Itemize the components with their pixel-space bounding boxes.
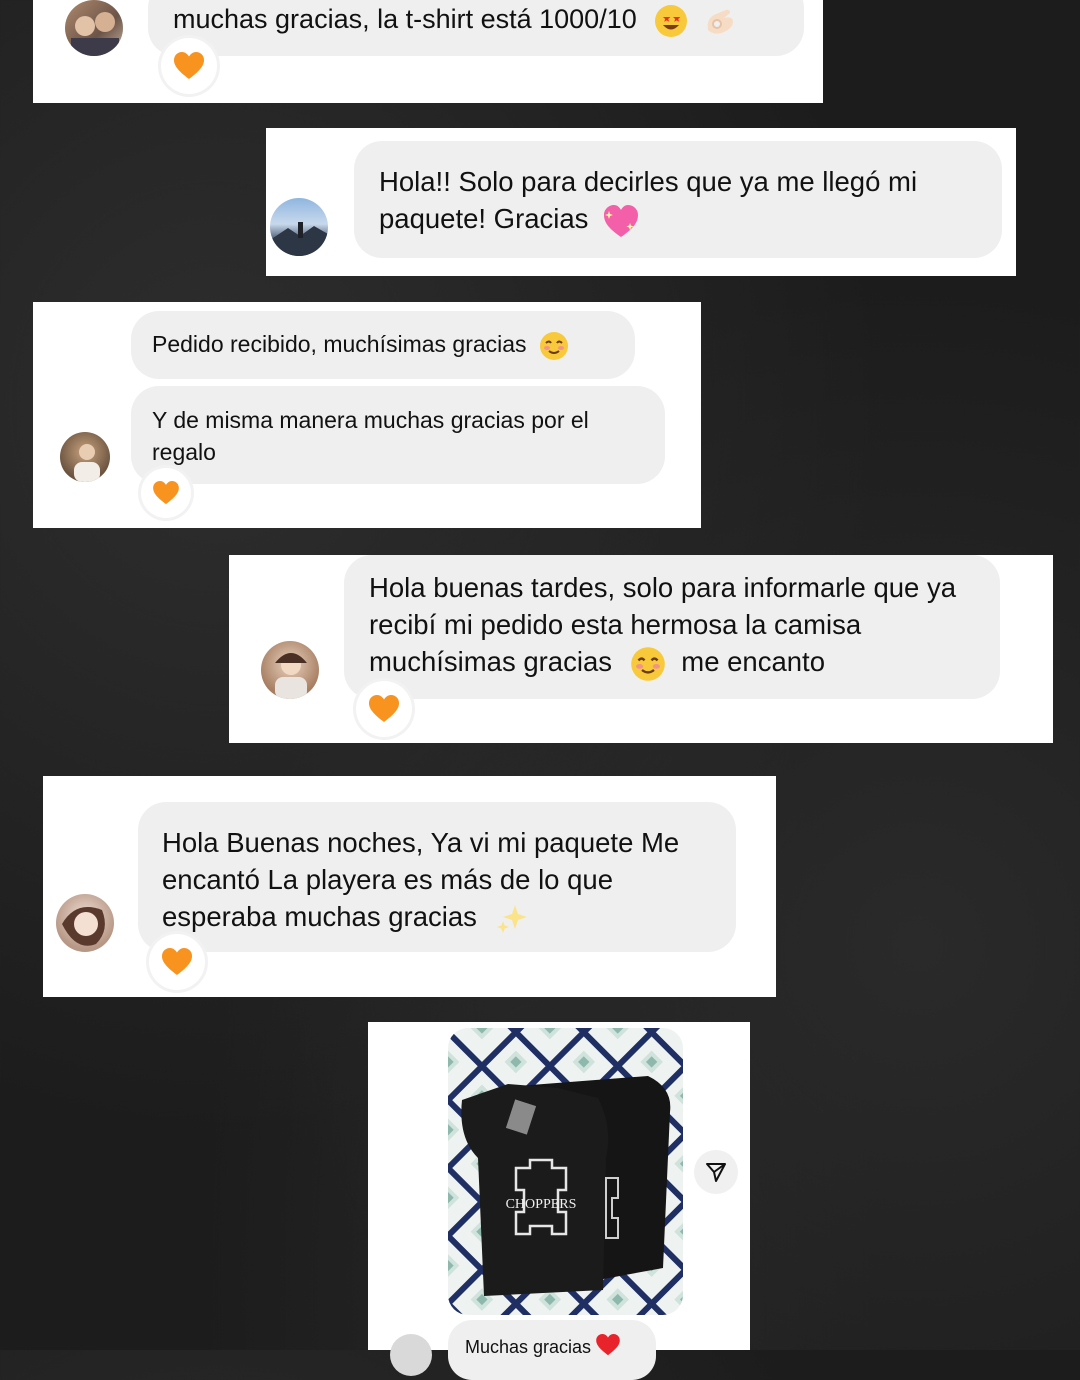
orange-heart-icon [162, 948, 192, 975]
caption-bubble[interactable]: Muchas gracias [448, 1320, 656, 1380]
orange-heart-icon [174, 52, 204, 79]
sparkles-emoji [496, 904, 527, 933]
message-bubble[interactable]: Pedido recibido, muchísimas gracias [131, 311, 635, 379]
share-button[interactable] [694, 1150, 738, 1194]
shirts-photo: CHOPPERS [448, 1028, 683, 1315]
reaction-button[interactable] [149, 934, 205, 990]
share-icon [706, 1163, 726, 1182]
message-text: muchas gracias, la t-shirt está 1000/10 [173, 4, 637, 34]
orange-heart-icon [153, 481, 179, 505]
ok-hand-emoji [707, 9, 733, 34]
avatar[interactable] [390, 1334, 432, 1376]
reaction-button[interactable] [356, 681, 412, 737]
message-bubble[interactable]: Hola!! Solo para decirles que ya me lleg… [354, 141, 1002, 258]
reaction-button[interactable] [161, 38, 217, 94]
message-bubble[interactable]: Y de misma manera muchas gracias por el … [131, 386, 665, 484]
photo-shirt-text: CHOPPERS [506, 1197, 577, 1212]
caption-text: Muchas gracias [465, 1337, 592, 1357]
message-bubble[interactable]: Hola Buenas noches, Ya vi mi paquete Me … [138, 802, 736, 952]
message-card-1: muchas gracias, la t-shirt está 1000/10 [33, 0, 823, 103]
avatar-photo [275, 653, 307, 699]
message-card-6: CHOPPERS Muchas gracias [368, 1022, 750, 1380]
avatar[interactable] [270, 198, 328, 256]
photo-message[interactable]: CHOPPERS [448, 1028, 683, 1315]
avatar-photo [270, 222, 328, 256]
avatar[interactable] [261, 641, 319, 699]
message-card-4: Hola buenas tardes, solo para informarle… [229, 555, 1053, 743]
avatar-photo [62, 907, 105, 946]
message-text: Hola Buenas noches, Ya vi mi paquete Me … [162, 827, 680, 932]
message-bubble[interactable]: muchas gracias, la t-shirt está 1000/10 [148, 0, 804, 56]
message-bubble[interactable]: Hola buenas tardes, solo para informarle… [344, 555, 1000, 699]
smiling-blush-emoji [539, 331, 568, 360]
message-text-end: me encanto [681, 646, 825, 677]
smiling-blush-emoji [630, 646, 665, 681]
message-card-3: Pedido recibido, muchísimas gracias Y de… [33, 302, 701, 528]
avatar-photo [71, 12, 119, 56]
avatar[interactable] [56, 894, 114, 952]
message-text: Hola!! Solo para decirles que ya me lleg… [379, 166, 918, 234]
avatar-photo [74, 444, 100, 482]
message-card-5: Hola Buenas noches, Ya vi mi paquete Me … [43, 776, 776, 997]
red-heart-emoji [596, 1334, 620, 1356]
message-text: Y de misma manera muchas gracias por el … [152, 407, 589, 465]
star-struck-emoji [655, 4, 688, 37]
sparkling-heart-emoji [604, 204, 639, 237]
reaction-button[interactable] [141, 468, 191, 518]
message-card-2: Hola!! Solo para decirles que ya me lleg… [266, 128, 1016, 276]
orange-heart-icon [369, 695, 399, 722]
message-text: Pedido recibido, muchísimas gracias [152, 331, 527, 357]
avatar[interactable] [65, 0, 123, 56]
avatar[interactable] [60, 432, 110, 482]
